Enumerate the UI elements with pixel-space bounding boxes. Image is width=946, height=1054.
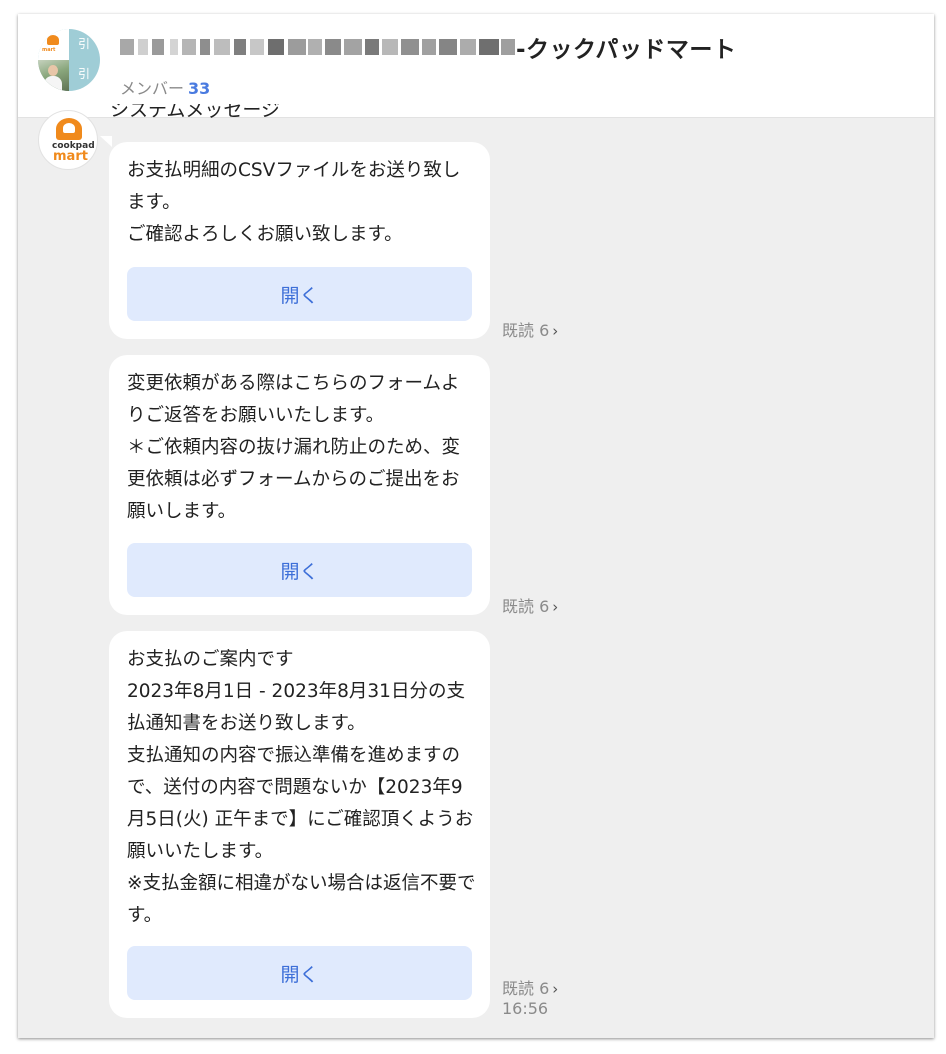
chevron-right-icon: › <box>552 322 559 340</box>
avatar-char: 引 <box>78 67 91 81</box>
open-button[interactable]: 開く <box>127 543 472 597</box>
members-label: メンバー <box>120 79 185 98</box>
read-label: 既読 6 <box>502 597 550 616</box>
cookpad-mart-logo: mart <box>38 29 69 60</box>
chat-window: mart 引 引 -クックパッドマート メンバー 33 cookpad mart… <box>18 14 934 1038</box>
group-title: -クックパッドマート <box>516 37 737 63</box>
chevron-right-icon: › <box>552 598 559 616</box>
message-text: お支払のご案内です 2023年8月1日 - 2023年8月31日分の支払通知書を… <box>127 649 476 926</box>
message-bubble: お支払明細のCSVファイルをお送り致します。 ご確認よろしくお願い致します。 開… <box>109 142 490 339</box>
avatar-char: 引 <box>78 37 91 51</box>
member-count[interactable]: メンバー 33 <box>120 75 210 99</box>
chevron-right-icon: › <box>552 980 559 998</box>
chef-hat-icon <box>56 118 82 140</box>
open-button[interactable]: 開く <box>127 946 472 1000</box>
message-text: お支払明細のCSVファイルをお送り致します。 ご確認よろしくお願い致します。 <box>127 160 461 245</box>
logo-text-mart: mart <box>53 149 88 164</box>
message-bubble: 変更依頼がある際はこちらのフォームよりご返答をお願いいたします。 ＊ご依頼内容の… <box>109 355 490 615</box>
group-avatar[interactable]: mart 引 引 <box>38 29 100 91</box>
read-receipt[interactable]: 既読 6 › <box>502 317 558 341</box>
group-title-row[interactable]: -クックパッドマート <box>120 32 737 63</box>
read-label: 既読 6 <box>502 979 550 998</box>
sender-name: システムメッセージ <box>110 104 281 121</box>
message-time: 16:56 <box>502 999 549 1018</box>
bubble-tail <box>100 136 112 147</box>
chat-header: mart 引 引 -クックパッドマート メンバー 33 <box>18 14 934 118</box>
read-receipt[interactable]: 既読 6 › <box>502 975 558 999</box>
read-receipt[interactable]: 既読 6 › <box>502 593 558 617</box>
message-text: 変更依頼がある際はこちらのフォームよりご返答をお願いいたします。 ＊ご依頼内容の… <box>127 373 461 522</box>
message-bubble: お支払のご案内です 2023年8月1日 - 2023年8月31日分の支払通知書を… <box>109 631 490 1018</box>
redacted-name <box>120 36 515 58</box>
sender-avatar[interactable]: cookpad mart <box>38 110 98 170</box>
read-label: 既読 6 <box>502 321 550 340</box>
members-count: 33 <box>188 79 211 98</box>
open-button[interactable]: 開く <box>127 267 472 321</box>
member-photo <box>38 60 69 91</box>
